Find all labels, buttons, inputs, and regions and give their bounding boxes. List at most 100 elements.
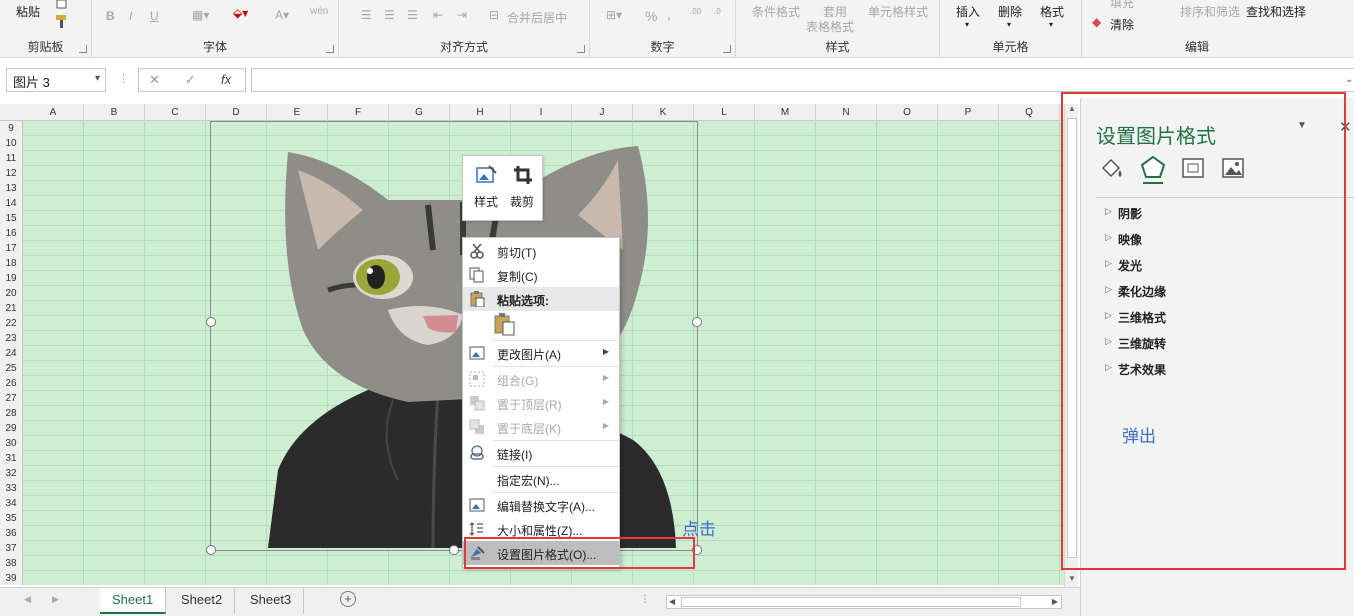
name-box-dropdown-icon[interactable]: ▾: [95, 73, 100, 84]
horizontal-scrollbar[interactable]: ◀ ▶: [666, 595, 1062, 609]
tab-scroll-left-icon[interactable]: ◀: [24, 594, 31, 605]
row-header[interactable]: 21: [0, 301, 22, 316]
insert-dropdown-icon[interactable]: ▾: [965, 20, 969, 29]
column-header[interactable]: K: [633, 104, 694, 121]
row-header[interactable]: 23: [0, 331, 22, 346]
column-header[interactable]: M: [755, 104, 816, 121]
font-launcher-icon[interactable]: [326, 45, 334, 53]
column-header[interactable]: H: [450, 104, 511, 121]
row-header[interactable]: 9: [0, 121, 22, 136]
row-header[interactable]: 29: [0, 421, 22, 436]
function-icon[interactable]: fx: [221, 72, 231, 87]
insert-button[interactable]: 插入: [956, 3, 980, 20]
row-header[interactable]: 39: [0, 571, 22, 586]
row-header[interactable]: 31: [0, 451, 22, 466]
conditional-format-button[interactable]: 条件格式: [752, 3, 800, 20]
percent-button[interactable]: %: [645, 8, 657, 24]
format-button[interactable]: 格式: [1040, 3, 1064, 20]
resize-handle-bl[interactable]: [206, 545, 216, 555]
fill-button[interactable]: 填充: [1110, 0, 1134, 11]
decrease-decimal-icon[interactable]: .0: [714, 7, 721, 16]
currency-icon[interactable]: ⊞▾: [606, 8, 622, 22]
font-color-icon[interactable]: A▾: [275, 8, 289, 22]
column-header[interactable]: C: [145, 104, 206, 121]
formula-input[interactable]: [251, 68, 1354, 92]
row-header[interactable]: 18: [0, 256, 22, 271]
border-icon[interactable]: ▦▾: [192, 8, 209, 22]
resize-handle-ml[interactable]: [206, 317, 216, 327]
menu-send-back[interactable]: 置于底层(K) ▶: [463, 415, 619, 439]
row-header[interactable]: 11: [0, 151, 22, 166]
column-header[interactable]: A: [23, 104, 84, 121]
tab-scroll-right-icon[interactable]: ▶: [52, 594, 59, 605]
alignment-launcher-icon[interactable]: [577, 45, 585, 53]
menu-change-picture[interactable]: 更改图片(A) ▶: [463, 341, 619, 365]
hscroll-right-icon[interactable]: ▶: [1052, 597, 1058, 606]
align-left-icon[interactable]: ☰: [361, 8, 372, 22]
row-header[interactable]: 19: [0, 271, 22, 286]
row-header[interactable]: 34: [0, 496, 22, 511]
format-painter-icon[interactable]: [54, 14, 70, 30]
indent-icon[interactable]: ⇤: [433, 8, 443, 22]
column-header[interactable]: J: [572, 104, 633, 121]
clear-button[interactable]: 清除: [1110, 16, 1134, 33]
row-header[interactable]: 35: [0, 511, 22, 526]
row-header[interactable]: 33: [0, 481, 22, 496]
delete-button[interactable]: 删除: [998, 3, 1022, 20]
delete-dropdown-icon[interactable]: ▾: [1007, 20, 1011, 29]
clipboard-launcher-icon[interactable]: [79, 45, 87, 53]
row-header[interactable]: 17: [0, 241, 22, 256]
row-header[interactable]: 14: [0, 196, 22, 211]
sheet-tab-1[interactable]: Sheet1: [100, 588, 167, 614]
row-header[interactable]: 20: [0, 286, 22, 301]
align-center-icon[interactable]: ☰: [384, 8, 395, 22]
format-dropdown-icon[interactable]: ▾: [1049, 20, 1053, 29]
comma-icon[interactable]: ,: [667, 6, 671, 22]
merge-center-icon[interactable]: ⊟: [489, 8, 499, 22]
fill-color-icon[interactable]: ⬙▾: [233, 6, 248, 20]
row-header[interactable]: 15: [0, 211, 22, 226]
row-header[interactable]: 24: [0, 346, 22, 361]
row-header[interactable]: 13: [0, 181, 22, 196]
paste-option-icon[interactable]: [493, 313, 517, 337]
name-box[interactable]: 图片 3 ▾: [6, 68, 106, 92]
copy-icon[interactable]: [54, 0, 70, 10]
italic-button[interactable]: I: [129, 9, 132, 23]
cell-styles-button[interactable]: 单元格样式: [868, 3, 928, 20]
row-header[interactable]: 10: [0, 136, 22, 151]
menu-edit-alt-text[interactable]: 编辑替换文字(A)...: [463, 493, 619, 517]
table-format-button[interactable]: 表格格式: [806, 18, 854, 35]
eraser-icon[interactable]: ◆: [1092, 15, 1101, 29]
number-launcher-icon[interactable]: [723, 45, 731, 53]
column-header[interactable]: P: [938, 104, 999, 121]
increase-decimal-icon[interactable]: .00: [690, 7, 701, 16]
menu-bring-front[interactable]: 置于顶层(R) ▶: [463, 391, 619, 415]
column-header[interactable]: E: [267, 104, 328, 121]
column-header[interactable]: O: [877, 104, 938, 121]
menu-cut[interactable]: 剪切(T): [463, 239, 619, 263]
resize-handle-bm[interactable]: [449, 545, 459, 555]
row-header[interactable]: 36: [0, 526, 22, 541]
horizontal-scroll-thumb[interactable]: [681, 597, 1021, 607]
row-header[interactable]: 25: [0, 361, 22, 376]
menu-group[interactable]: 组合(G) ▶: [463, 367, 619, 391]
row-header[interactable]: 22: [0, 316, 22, 331]
style-button[interactable]: 样式: [468, 162, 504, 216]
column-header[interactable]: N: [816, 104, 877, 121]
hscroll-split-icon[interactable]: ⋮: [640, 594, 650, 605]
row-header[interactable]: 16: [0, 226, 22, 241]
row-header[interactable]: 27: [0, 391, 22, 406]
row-header[interactable]: 30: [0, 436, 22, 451]
sheet-tab-3[interactable]: Sheet3: [238, 588, 305, 614]
sort-filter-button[interactable]: 排序和筛选: [1180, 3, 1240, 20]
column-header[interactable]: F: [328, 104, 389, 121]
row-header[interactable]: 32: [0, 466, 22, 481]
enter-icon[interactable]: ✓: [185, 72, 196, 88]
row-header[interactable]: 28: [0, 406, 22, 421]
resize-handle-mr[interactable]: [692, 317, 702, 327]
row-header[interactable]: 37: [0, 541, 22, 556]
merge-center-button[interactable]: 合并后居中: [507, 9, 567, 26]
scroll-down-icon[interactable]: ▼: [1068, 574, 1076, 583]
expand-formula-icon[interactable]: ⌄: [1345, 74, 1353, 85]
column-header[interactable]: G: [389, 104, 450, 121]
